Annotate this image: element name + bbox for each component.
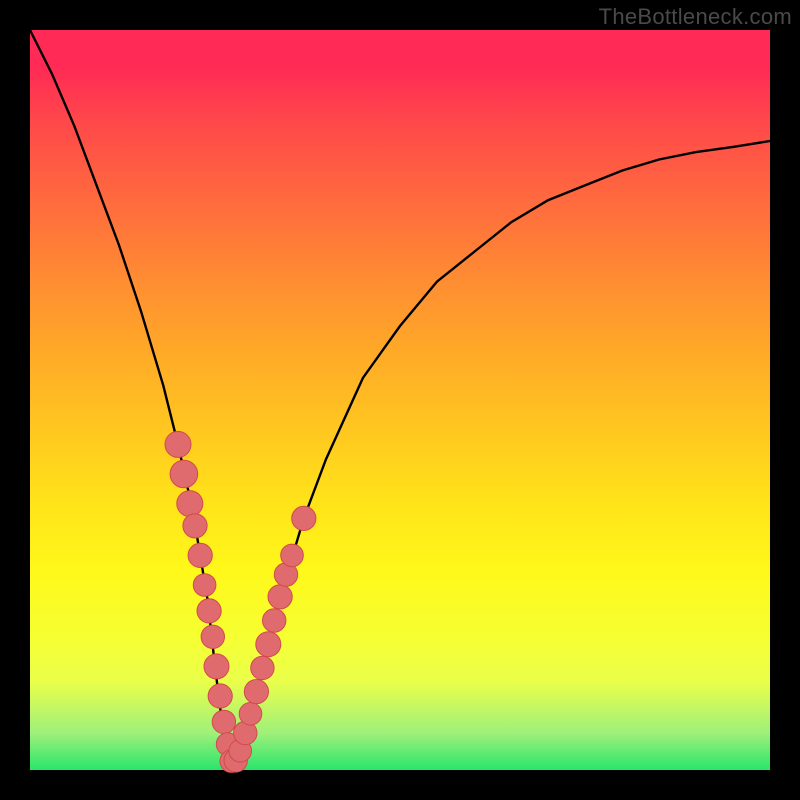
bead-point: [292, 506, 316, 530]
outer-frame: TheBottleneck.com: [0, 0, 800, 800]
bead-point: [165, 431, 191, 457]
bead-group: [165, 431, 316, 772]
watermark-text: TheBottleneck.com: [599, 4, 792, 30]
bead-point: [197, 599, 221, 623]
bead-point: [244, 680, 268, 704]
bottleneck-curve: [30, 30, 770, 763]
bead-point: [251, 656, 274, 679]
bead-point: [263, 609, 286, 632]
bead-point: [188, 543, 212, 567]
bead-point: [193, 574, 216, 597]
bead-point: [177, 491, 203, 517]
bead-point: [212, 710, 235, 733]
bead-point: [170, 460, 198, 488]
chart-svg: [30, 30, 770, 770]
bead-point: [208, 684, 232, 708]
bead-point: [281, 544, 304, 567]
bead-point: [256, 632, 281, 657]
bead-point: [201, 625, 224, 648]
bead-point: [183, 514, 207, 538]
bead-point: [239, 703, 262, 726]
bead-point: [204, 654, 229, 679]
plot-area: [30, 30, 770, 770]
bead-point: [268, 585, 292, 609]
